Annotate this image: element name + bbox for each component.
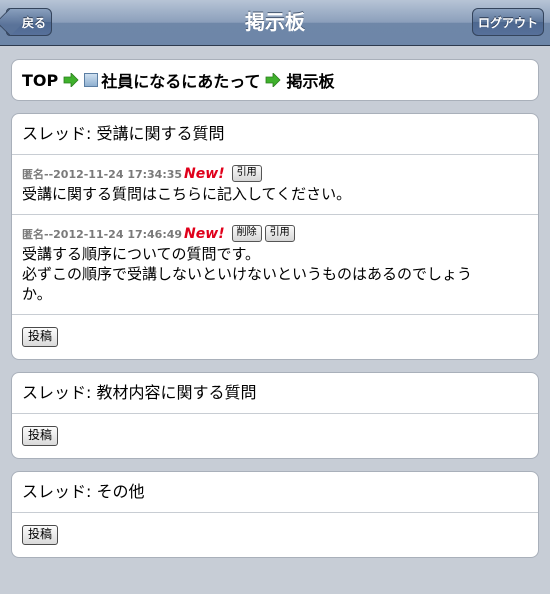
new-badge: New! xyxy=(184,165,225,182)
navbar: 戻る 掲示板 ログアウト xyxy=(0,0,550,46)
post-body-line: 必ずこの順序で受講しないといけないというものはあるのでしょう xyxy=(22,265,473,283)
post-meta: 匿名--2012-11-24 17:46:49 xyxy=(22,227,183,241)
green-arrow-icon xyxy=(63,73,79,87)
breadcrumb: TOP 社員になるにあたって 掲示板 xyxy=(11,59,539,101)
post-body-line: か。 xyxy=(22,285,52,303)
post-body-line: 受講する順序についての質問です。 xyxy=(22,245,261,263)
post-body-line: 受講に関する質問はこちらに記入してください。 xyxy=(22,185,352,203)
page-title: 掲示板 xyxy=(245,10,305,34)
thread-title: スレッド: 教材内容に関する質問 xyxy=(22,383,257,402)
content: TOP 社員になるにあたって 掲示板 スレッド: 受講に関する質問 匿名--20… xyxy=(0,46,550,558)
page-icon xyxy=(84,73,99,87)
post-body: 受講する順序についての質問です。 必ずこの順序で受講しないといけないというものは… xyxy=(22,244,528,304)
delete-button[interactable]: 削除 xyxy=(231,225,262,242)
breadcrumb-current: 掲示板 xyxy=(286,72,335,91)
new-badge: New! xyxy=(184,225,225,242)
thread-panel: スレッド: その他 投稿 xyxy=(11,471,539,558)
post-item: 匿名--2012-11-24 17:34:35 New! 引用 受講に関する質問… xyxy=(12,154,538,214)
quote-button[interactable]: 引用 xyxy=(231,165,262,182)
thread-title: スレッド: 受講に関する質問 xyxy=(22,124,225,143)
breadcrumb-section-link[interactable]: 社員になるにあたって xyxy=(101,68,260,92)
post-button[interactable]: 投稿 xyxy=(22,525,59,545)
thread-panel: スレッド: 受講に関する質問 匿名--2012-11-24 17:34:35 N… xyxy=(11,113,539,360)
post-meta: 匿名--2012-11-24 17:34:35 xyxy=(22,167,183,181)
thread-title: スレッド: その他 xyxy=(22,482,145,501)
logout-button[interactable]: ログアウト xyxy=(472,8,544,36)
thread-panel: スレッド: 教材内容に関する質問 投稿 xyxy=(11,372,539,459)
green-arrow-icon xyxy=(266,73,282,87)
quote-button[interactable]: 引用 xyxy=(264,225,295,242)
post-button[interactable]: 投稿 xyxy=(22,426,59,446)
post-button[interactable]: 投稿 xyxy=(22,327,59,347)
post-button-row: 投稿 xyxy=(12,413,538,458)
post-button-row: 投稿 xyxy=(12,314,538,359)
post-body: 受講に関する質問はこちらに記入してください。 xyxy=(22,184,528,204)
breadcrumb-top-link[interactable]: TOP xyxy=(22,71,58,90)
post-item: 匿名--2012-11-24 17:46:49 New! 削除 引用 受講する順… xyxy=(12,214,538,314)
post-button-row: 投稿 xyxy=(12,512,538,557)
